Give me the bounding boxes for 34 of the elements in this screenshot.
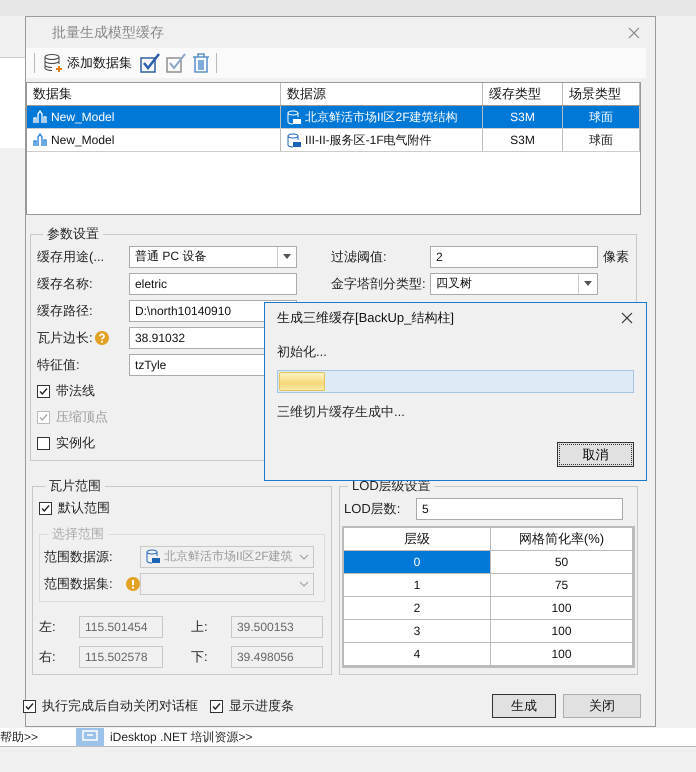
field-label: 右: bbox=[39, 648, 57, 666]
field-label: 金字塔剖分类型: bbox=[331, 274, 427, 292]
group-title: 参数设置 bbox=[46, 225, 100, 243]
checkbox-label: 实例化 bbox=[56, 434, 95, 452]
field-label: 瓦片边长: bbox=[37, 328, 129, 346]
checkbox-label: 带法线 bbox=[56, 382, 95, 400]
table-cell: 球面 bbox=[589, 132, 613, 148]
field-label: 缓存路径: bbox=[37, 302, 94, 320]
table-cell: New_Model bbox=[51, 133, 114, 147]
checkbox-label: 执行完成后自动关闭对话框 bbox=[42, 697, 198, 715]
field-label: 范围数据源: bbox=[44, 548, 114, 566]
field-label: 缓存名称: bbox=[37, 274, 94, 292]
checkbox-label: 默认范围 bbox=[58, 499, 110, 517]
window-title: 批量生成模型缓存 bbox=[52, 24, 164, 42]
group-title: 瓦片范围 bbox=[48, 477, 102, 495]
table-cell: III-II-服务区-1F电气附件 bbox=[305, 132, 432, 148]
table-cell: New_Model bbox=[51, 110, 114, 124]
field-label: 缓存用途(... bbox=[37, 248, 106, 266]
checkbox-label: 压缩顶点 bbox=[56, 408, 108, 426]
field-label: 上: bbox=[191, 618, 209, 636]
field-label: 过滤阈值: bbox=[331, 248, 388, 266]
field-label: LOD层数: bbox=[344, 500, 402, 518]
table-cell: S3M bbox=[510, 133, 535, 147]
field-label: 特征值: bbox=[37, 356, 81, 374]
unit-label: 像素 bbox=[603, 248, 629, 266]
table-cell: 北京鲜活市场II区2F建筑结构 bbox=[305, 108, 458, 126]
group-title: 选择范围 bbox=[51, 525, 105, 543]
table-cell: S3M bbox=[510, 110, 535, 124]
message-text: 三维切片缓存生成中... bbox=[277, 403, 406, 421]
field-label: 下: bbox=[191, 648, 209, 666]
table-cell: 球面 bbox=[589, 108, 613, 126]
field-label: 左: bbox=[39, 618, 57, 636]
checkbox-label: 显示进度条 bbox=[229, 697, 294, 715]
field-label: 范围数据集: bbox=[44, 574, 114, 592]
